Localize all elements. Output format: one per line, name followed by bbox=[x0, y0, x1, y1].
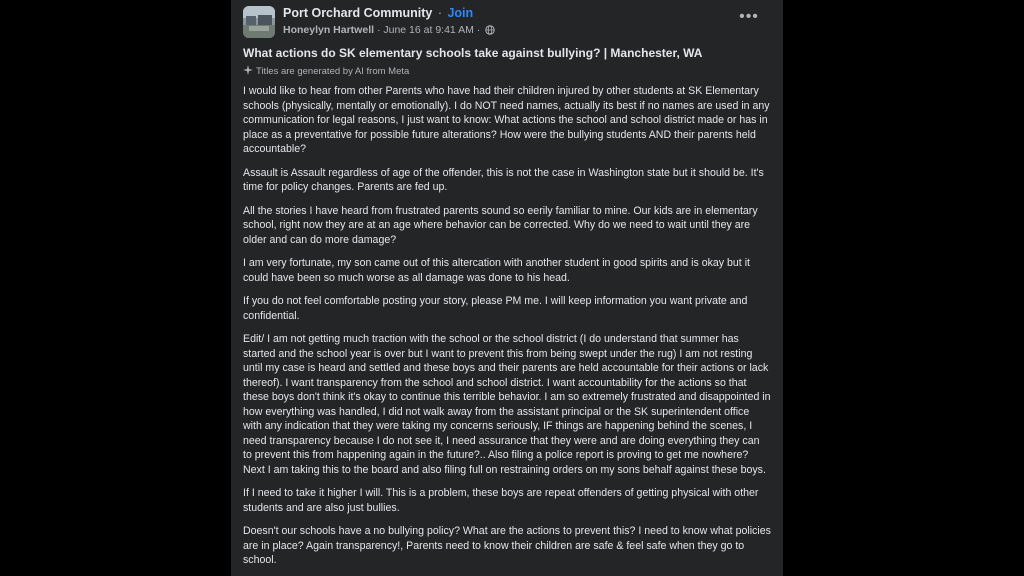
post-paragraph: If you do not feel comfortable posting y… bbox=[243, 295, 748, 322]
post-title: What actions do SK elementary schools ta… bbox=[243, 46, 703, 60]
group-name[interactable]: Port Orchard Community bbox=[283, 6, 432, 20]
post-timestamp[interactable]: June 16 at 9:41 AM bbox=[383, 24, 473, 36]
post-body: I would like to hear from other Parents … bbox=[243, 84, 771, 576]
ai-note-text: Titles are generated by AI from Meta bbox=[256, 66, 410, 77]
globe-icon bbox=[485, 25, 495, 38]
group-avatar-image bbox=[243, 6, 275, 38]
meta-separator: · bbox=[376, 24, 381, 36]
ai-title-note: Titles are generated by AI from Meta bbox=[243, 65, 409, 77]
post-meta: Honeylyn Hartwell · June 16 at 9:41 AM · bbox=[283, 24, 495, 38]
post-paragraph: I would like to hear from other Parents … bbox=[243, 85, 770, 155]
post-paragraph: Assault is Assault regardless of age of … bbox=[243, 166, 764, 194]
post-paragraph: I am very fortunate, my son came out of … bbox=[243, 257, 750, 284]
post-paragraph: If I need to take it higher I will. This… bbox=[243, 487, 759, 514]
post-paragraph: Edit/ I am not getting much traction wit… bbox=[243, 333, 771, 476]
separator-dot: · bbox=[437, 6, 442, 20]
more-options-icon[interactable]: ••• bbox=[737, 9, 761, 30]
sparkle-icon bbox=[243, 65, 253, 75]
author-name[interactable]: Honeylyn Hartwell bbox=[283, 24, 374, 36]
join-button[interactable]: Join bbox=[447, 6, 473, 20]
post-paragraph: Doesn't our schools have a no bullying p… bbox=[243, 525, 771, 566]
meta-separator-2: · bbox=[476, 24, 481, 36]
group-line: Port Orchard Community · Join bbox=[283, 6, 473, 20]
group-avatar[interactable] bbox=[243, 6, 275, 38]
post-header: Port Orchard Community · Join Honeylyn H… bbox=[243, 4, 773, 40]
post-card: Port Orchard Community · Join Honeylyn H… bbox=[231, 0, 783, 576]
post-paragraph: All the stories I have heard from frustr… bbox=[243, 204, 758, 246]
